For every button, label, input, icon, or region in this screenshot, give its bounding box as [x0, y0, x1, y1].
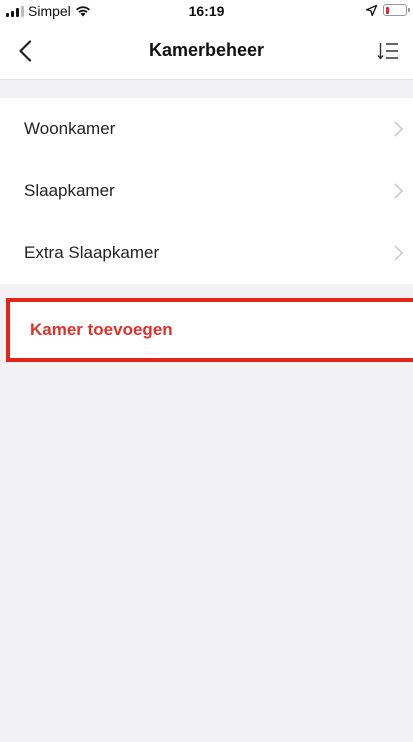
- room-label: Slaapkamer: [24, 181, 115, 200]
- battery-level: [385, 6, 389, 14]
- room-item-woonkamer[interactable]: Woonkamer: [0, 98, 413, 160]
- chevron-right-icon: [394, 121, 403, 137]
- status-bar: Simpel 16:19: [0, 0, 413, 22]
- status-time: 16:19: [188, 3, 225, 19]
- navigation-bar: Kamerbeheer: [0, 22, 413, 80]
- sort-button[interactable]: [373, 36, 403, 66]
- room-label: Woonkamer: [24, 119, 116, 138]
- page-title: Kamerbeheer: [148, 40, 265, 60]
- room-item-extra-slaapkamer[interactable]: Extra Slaapkamer: [0, 222, 413, 284]
- chevron-right-icon: [394, 183, 403, 199]
- sort-list-icon: [377, 43, 398, 60]
- room-list: Woonkamer Slaapkamer Extra Slaapkamer: [0, 98, 413, 284]
- battery-icon: [383, 4, 410, 16]
- room-item-slaapkamer[interactable]: Slaapkamer: [0, 160, 413, 222]
- room-label: Extra Slaapkamer: [24, 243, 160, 262]
- status-right: [366, 4, 410, 16]
- add-room-label: Kamer toevoegen: [30, 320, 173, 339]
- chevron-right-icon: [394, 245, 403, 261]
- add-room-button[interactable]: Kamer toevoegen: [6, 298, 413, 362]
- location-arrow-icon: [366, 4, 377, 16]
